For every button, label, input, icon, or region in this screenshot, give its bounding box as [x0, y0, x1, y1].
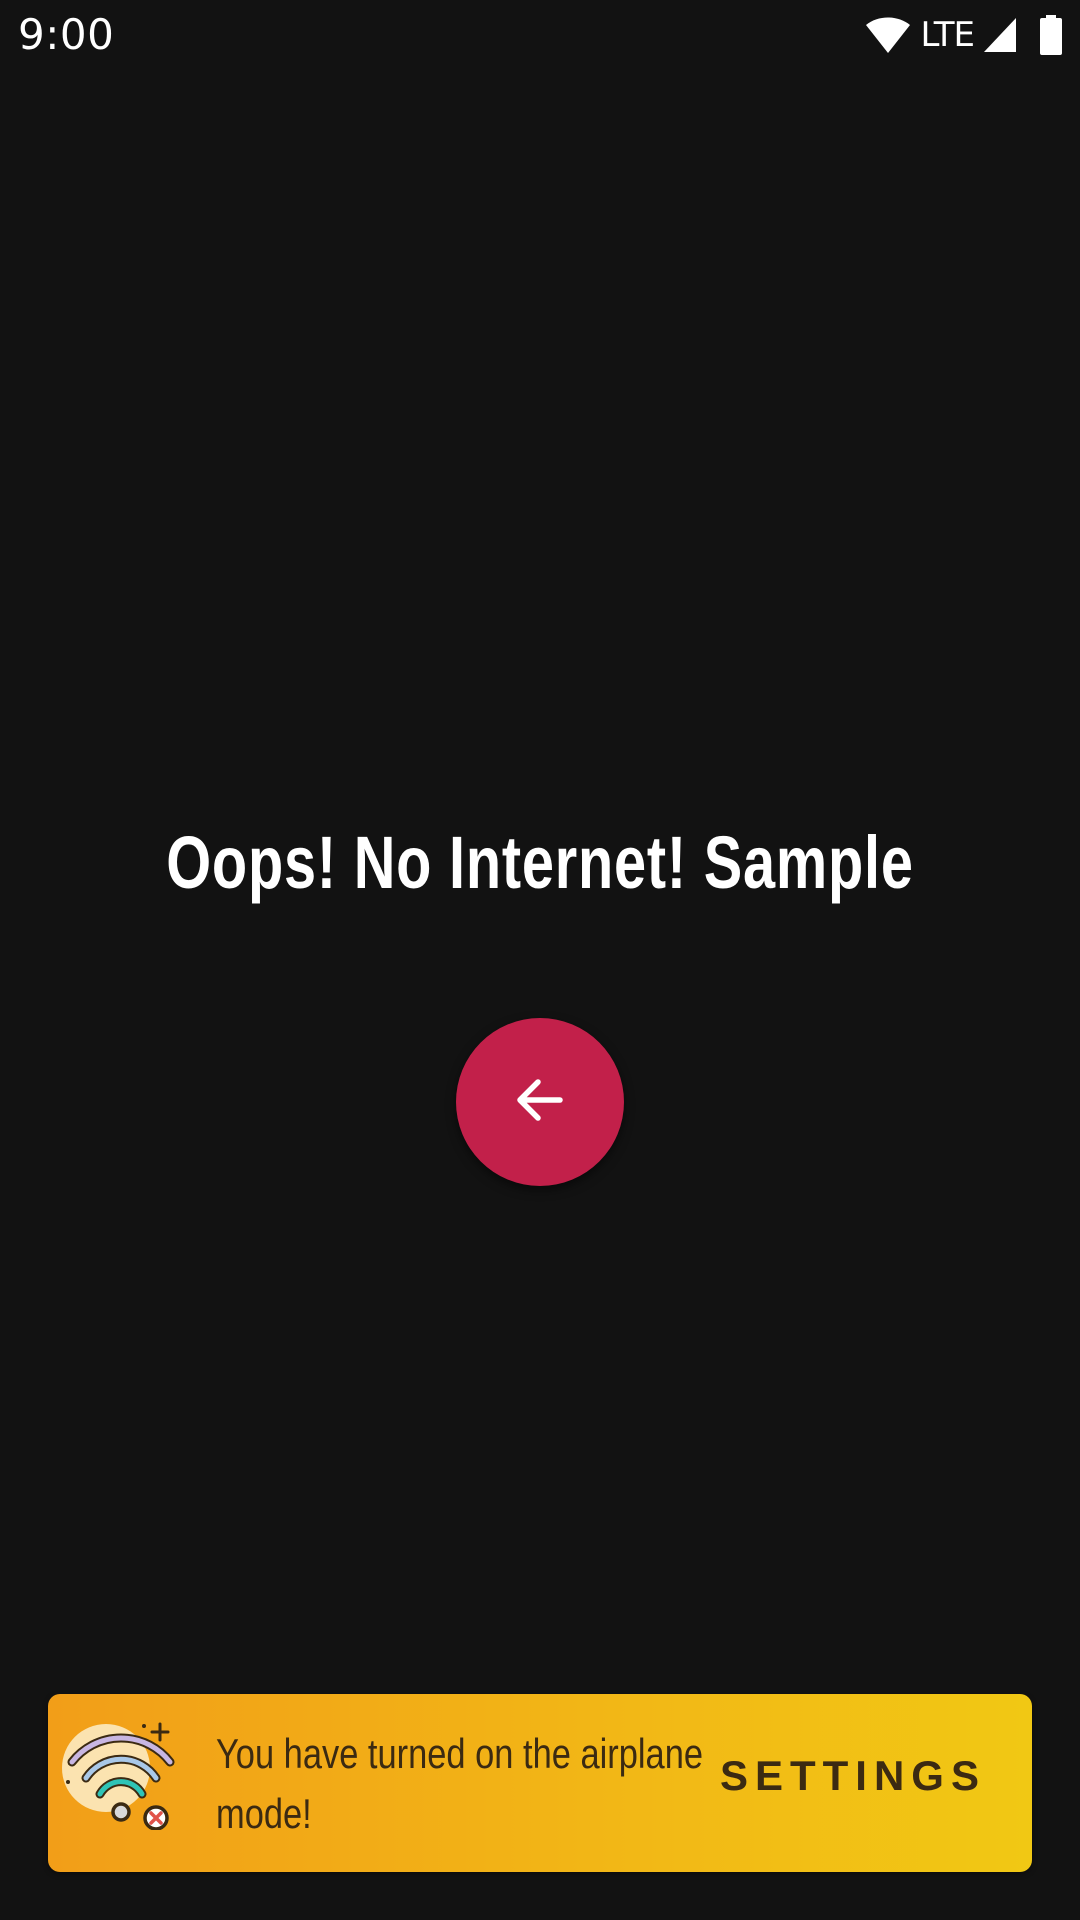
status-bar: 9:00 LTE: [0, 0, 1080, 72]
page-title: Oops! No Internet! Sample: [166, 821, 914, 904]
snackbar-message: You have turned on the airplane mode!: [216, 1730, 704, 1837]
screen: 9:00 LTE Oops! No Internet! Sample You h…: [0, 0, 1080, 1920]
airplane-mode-snackbar: You have turned on the airplane mode! SE…: [48, 1694, 1032, 1872]
status-time: 9:00: [18, 10, 115, 59]
arrow-left-icon: [512, 1072, 568, 1132]
battery-icon: [1040, 15, 1062, 55]
cellular-signal-icon: [982, 16, 1018, 54]
network-type-label: LTE: [920, 15, 975, 55]
wifi-icon: [864, 15, 912, 55]
settings-button[interactable]: SETTINGS: [720, 1752, 986, 1800]
status-icons: LTE: [864, 14, 1062, 56]
back-button[interactable]: [456, 1018, 624, 1186]
wifi-off-icon: [62, 1720, 232, 1850]
